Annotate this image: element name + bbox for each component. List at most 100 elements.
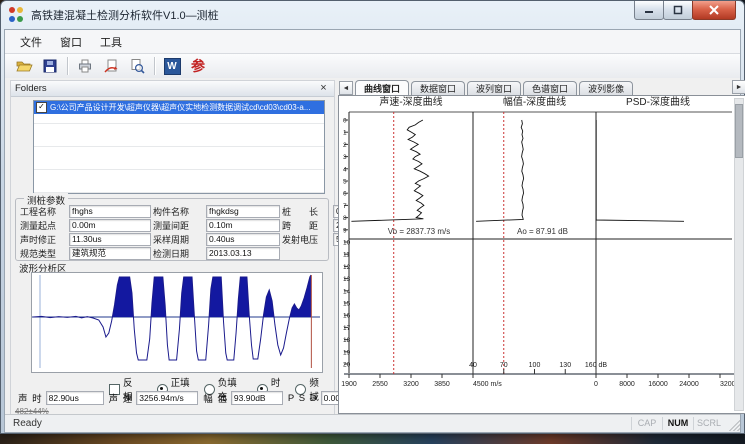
parameters-icon: 参: [191, 56, 205, 76]
svg-text:4: 4: [343, 166, 347, 173]
tab-scroll-left-icon[interactable]: ◄: [339, 81, 353, 95]
print-setup-icon: [103, 58, 119, 74]
tab-scroll-right-icon[interactable]: ►: [732, 80, 745, 94]
open-file-button[interactable]: [11, 55, 37, 77]
window-controls: [635, 1, 736, 20]
depth-curves-plot: 01234567891011121314151617181920声速-深度曲线1…: [341, 96, 741, 396]
svg-text:100: 100: [529, 362, 541, 369]
tabs: 曲线窗口数据窗口波列窗口色谱窗口波列影像: [355, 80, 635, 95]
tab-2[interactable]: 波列窗口: [467, 81, 521, 95]
param-label-9: 规范类型: [20, 247, 67, 260]
param-field-1[interactable]: fhgkdsg: [206, 205, 280, 218]
charts-panel: ◄ 曲线窗口数据窗口波列窗口色谱窗口波列影像 ► 012345678910111…: [336, 80, 745, 414]
maximize-button[interactable]: [663, 1, 693, 20]
status-cell-scrl: SCRL: [693, 417, 724, 430]
param-label-7: 采样周期: [153, 233, 204, 246]
param-field-9[interactable]: 建筑规范: [69, 247, 151, 260]
param-label-2: 桩 长: [282, 205, 331, 218]
svg-text:1: 1: [343, 130, 347, 137]
svg-text:PSD-深度曲线: PSD-深度曲线: [626, 96, 690, 108]
menu-item-1[interactable]: 窗口: [51, 31, 91, 53]
close-button[interactable]: [692, 1, 736, 20]
print-setup-button[interactable]: [98, 55, 124, 77]
svg-text:声速-深度曲线: 声速-深度曲线: [379, 96, 442, 108]
svg-text:3200: 3200: [403, 381, 419, 388]
svg-text:17: 17: [343, 325, 351, 332]
svg-text:6: 6: [343, 191, 347, 198]
tab-3[interactable]: 色谱窗口: [523, 81, 577, 95]
svg-text:20: 20: [343, 362, 351, 369]
print-preview-icon: [129, 58, 145, 74]
svg-text:13: 13: [343, 276, 351, 283]
tab-4[interactable]: 波列影像: [579, 81, 633, 95]
svg-text:0: 0: [343, 118, 347, 125]
svg-text:130: 130: [559, 362, 571, 369]
readout-field-2[interactable]: 93.90dB: [231, 391, 283, 405]
svg-text:16: 16: [343, 313, 351, 320]
svg-text:160 dB: 160 dB: [585, 362, 608, 369]
svg-text:10: 10: [343, 240, 351, 247]
svg-text:70: 70: [500, 362, 508, 369]
param-field-7[interactable]: 0.40us: [206, 233, 280, 246]
readout-field-0[interactable]: 82.90us: [46, 391, 104, 405]
item-path-text: G:\公司产品设计开发\超声仪器\超声仪实地检测数据调试cd\cd03\cd03…: [50, 102, 310, 113]
tab-1[interactable]: 数据窗口: [411, 81, 465, 95]
toolbar-separator: [154, 57, 155, 75]
readouts-row: 声 时82.90us声 速3256.94m/s幅 值93.90dBP S D0.…: [13, 391, 379, 405]
menu-item-2[interactable]: 工具: [91, 31, 131, 53]
folder-list-item[interactable]: ✓G:\公司产品设计开发\超声仪器\超声仪实地检测数据调试cd\cd03\cd0…: [34, 101, 324, 114]
tab-0[interactable]: 曲线窗口: [355, 80, 409, 95]
waveform-plot: [32, 273, 320, 370]
svg-text:幅值-深度曲线: 幅值-深度曲线: [503, 96, 566, 108]
menu-item-0[interactable]: 文件: [11, 31, 51, 53]
maximize-icon: [673, 5, 683, 15]
print-preview-button[interactable]: [124, 55, 150, 77]
minimize-button[interactable]: [634, 1, 664, 20]
save-button[interactable]: [37, 55, 63, 77]
param-field-10[interactable]: 2013.03.13: [206, 247, 280, 260]
folders-panel-title: Folders: [15, 83, 317, 94]
svg-text:19: 19: [343, 349, 351, 356]
svg-text:7: 7: [343, 203, 347, 210]
menu-bar: 文件窗口工具: [5, 30, 740, 54]
readout-label-3: P S D: [288, 393, 318, 404]
param-label-4: 测量间距: [153, 219, 204, 232]
toolbar: W 参: [5, 54, 740, 79]
curve-window[interactable]: 01234567891011121314151617181920声速-深度曲线1…: [338, 95, 745, 414]
readout-field-1[interactable]: 3256.94m/s: [136, 391, 198, 405]
toolbar-separator: [67, 57, 68, 75]
folders-list[interactable]: ✓G:\公司产品设计开发\超声仪器\超声仪实地检测数据调试cd\cd03\cd0…: [33, 100, 325, 194]
folders-panel: Folders × ✓G:\公司产品设计开发\超声仪器\超声仪实地检测数据调试c…: [10, 80, 335, 415]
svg-text:8: 8: [343, 215, 347, 222]
param-label-3: 测量起点: [20, 219, 67, 232]
svg-text:14: 14: [343, 288, 351, 295]
svg-text:1900: 1900: [341, 381, 357, 388]
svg-text:16000: 16000: [648, 381, 668, 388]
param-label-8: 发射电压: [282, 233, 331, 246]
vertical-scrollbar[interactable]: [734, 98, 744, 411]
print-button[interactable]: [72, 55, 98, 77]
window-title: 高铁建混凝土检测分析软件V1.0—测桩: [31, 7, 219, 23]
pile-params-groupbox: 测桩参数 工程名称fhghs构件名称fhgkdsg桩 长0.00m测量起点0.0…: [15, 198, 329, 261]
scrollbar-thumb[interactable]: [735, 104, 743, 158]
app-icon: [9, 7, 25, 23]
svg-text:0: 0: [594, 381, 598, 388]
param-field-3[interactable]: 0.00m: [69, 219, 151, 232]
svg-text:40: 40: [469, 362, 477, 369]
word-icon: W: [164, 58, 181, 75]
item-checkbox[interactable]: ✓: [36, 102, 47, 113]
folders-close-icon[interactable]: ×: [317, 83, 330, 94]
waveform-analysis-area[interactable]: [31, 272, 323, 373]
param-field-0[interactable]: fhghs: [69, 205, 151, 218]
folders-panel-header: Folders ×: [11, 81, 334, 97]
resize-grip[interactable]: [726, 417, 740, 431]
title-bar[interactable]: 高铁建混凝土检测分析软件V1.0—测桩: [1, 1, 744, 29]
param-field-6[interactable]: 11.30us: [69, 233, 151, 246]
status-cell-cap: CAP: [631, 417, 662, 430]
word-export-button[interactable]: W: [159, 55, 185, 77]
parameters-button[interactable]: 参: [185, 55, 211, 77]
status-cells: CAPNUMSCRL: [631, 417, 724, 430]
param-field-4[interactable]: 0.10m: [206, 219, 280, 232]
readout-label-1: 声 速: [109, 391, 134, 405]
close-icon: [709, 5, 719, 15]
